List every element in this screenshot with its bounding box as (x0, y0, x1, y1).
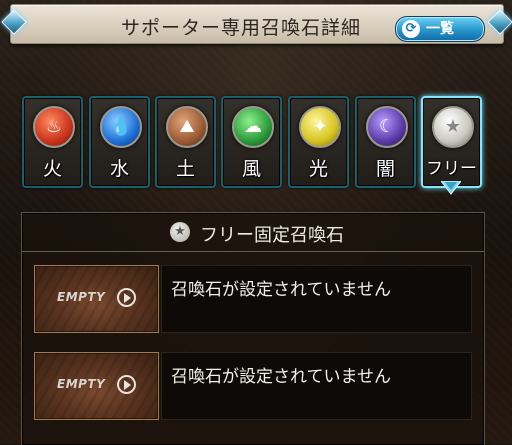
summon-slot[interactable]: EMPTY 召喚石が設定されていません (34, 352, 472, 420)
tab-label: 火 (42, 158, 62, 180)
play-icon (117, 288, 136, 307)
tab-label: 光 (308, 158, 328, 180)
tab-label: 闇 (375, 158, 395, 180)
summon-slot[interactable]: EMPTY 召喚石が設定されていません (34, 265, 472, 333)
tab-dark[interactable]: ☾ 闇 (355, 96, 416, 188)
star-icon: ★ (432, 106, 474, 148)
slot-message: 召喚石が設定されていません (171, 367, 391, 387)
swap-arrows-icon: ⟳ (402, 20, 420, 38)
tab-wind[interactable]: ☁ 風 (221, 96, 282, 188)
list-button[interactable]: ⟳ 一覧 (395, 16, 485, 42)
slot-message-box: 召喚石が設定されていません (161, 352, 472, 420)
empty-slot-thumbnail[interactable]: EMPTY (34, 352, 159, 420)
earth-icon: ⛰ (166, 106, 208, 148)
play-icon (117, 375, 136, 394)
page-title: サポーター専用召喚石詳細 (121, 17, 362, 39)
selected-pointer-icon (441, 181, 461, 195)
tab-free[interactable]: ★ フリー (421, 96, 482, 188)
star-icon: ★ (170, 222, 190, 242)
empty-label: EMPTY (57, 290, 106, 304)
tab-label: 水 (109, 158, 129, 180)
summon-panel: ★ フリー固定召喚石 EMPTY 召喚石が設定されていません EMPTY 召喚石… (21, 212, 485, 445)
tab-water[interactable]: 💧 水 (89, 96, 150, 188)
panel-title: フリー固定召喚石 (200, 225, 344, 246)
tab-label: フリー (426, 159, 477, 179)
panel-header: ★ フリー固定召喚石 (22, 213, 484, 252)
empty-label: EMPTY (57, 377, 106, 391)
slot-message-box: 召喚石が設定されていません (161, 265, 472, 333)
light-icon: ✦ (299, 106, 341, 148)
slot-message: 召喚石が設定されていません (171, 280, 391, 300)
tab-light[interactable]: ✦ 光 (288, 96, 349, 188)
fire-icon: ♨ (33, 106, 75, 148)
empty-slot-thumbnail[interactable]: EMPTY (34, 265, 159, 333)
tab-earth[interactable]: ⛰ 土 (155, 96, 216, 188)
tab-fire[interactable]: ♨ 火 (22, 96, 83, 188)
dark-icon: ☾ (366, 106, 408, 148)
tab-label: 土 (175, 158, 195, 180)
tab-label: 風 (241, 158, 261, 180)
water-drops-icon: 💧 (100, 106, 142, 148)
wind-icon: ☁ (232, 106, 274, 148)
title-bar: サポーター専用召喚石詳細 ⟳ 一覧 (1, 4, 512, 44)
list-button-label: 一覧 (426, 21, 454, 37)
